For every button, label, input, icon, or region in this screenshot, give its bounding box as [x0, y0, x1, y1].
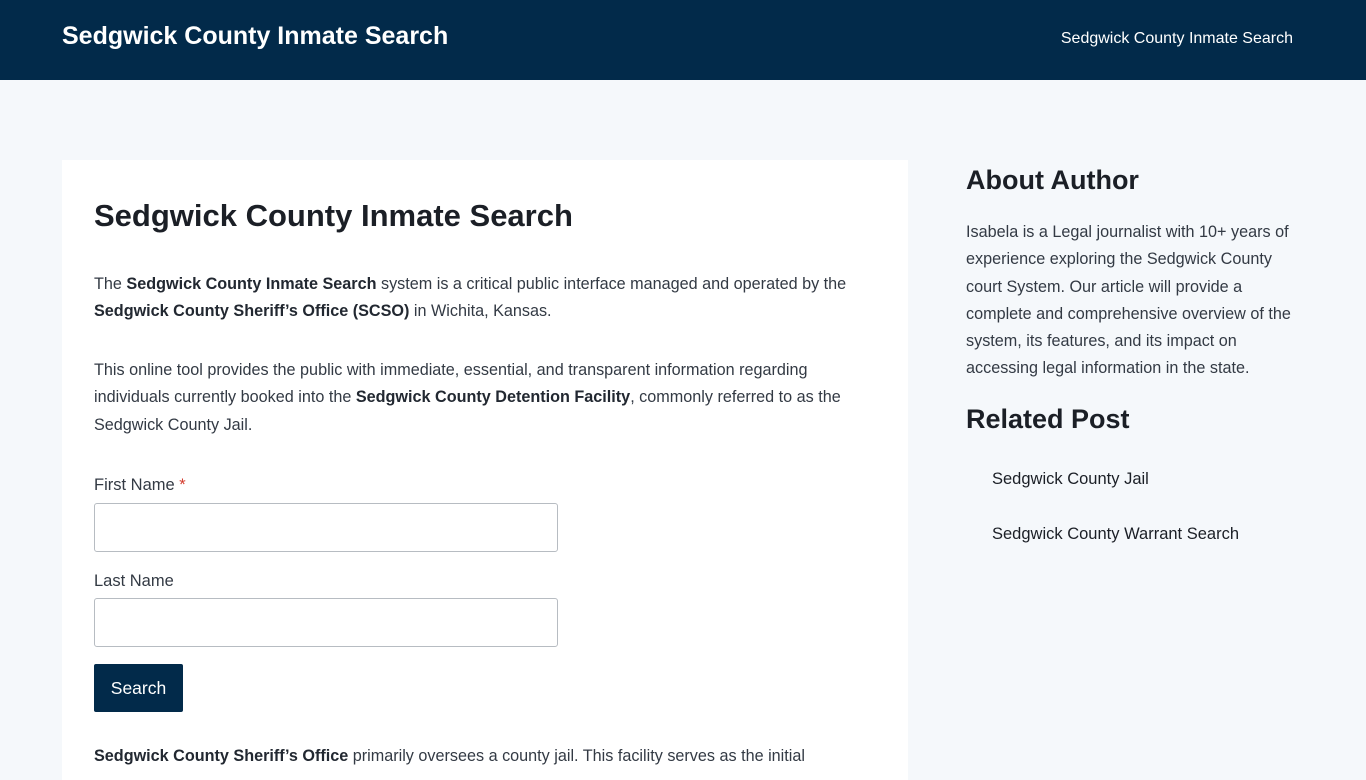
first-name-label: First Name *	[94, 476, 186, 495]
last-name-label: Last Name	[94, 572, 174, 590]
related-link-warrant-search[interactable]: Sedgwick County Warrant Search	[992, 525, 1239, 544]
related-post-heading: Related Post	[966, 404, 1130, 434]
about-author-heading: About Author	[966, 165, 1139, 195]
jail-paragraph: Sedgwick County Sheriff’s Office primari…	[94, 743, 869, 770]
intro-bold-2: Sedgwick County Sheriff’s Office (SCSO)	[94, 302, 410, 321]
main-content-card: Sedgwick County Inmate Search The Sedgwi…	[62, 160, 908, 780]
first-name-label-text: First Name	[94, 476, 175, 494]
nav-link-inmate-search[interactable]: Sedgwick County Inmate Search	[1061, 30, 1293, 48]
intro-text-3: in Wichita, Kansas.	[409, 302, 552, 321]
first-name-input[interactable]	[94, 503, 558, 552]
intro-paragraph: The Sedgwick County Inmate Search system…	[94, 271, 869, 326]
intro-text-2: system is a critical public interface ma…	[376, 275, 847, 293]
search-button[interactable]: Search	[94, 664, 183, 712]
required-asterisk: *	[179, 476, 186, 494]
desc-bold-1: Sedgwick County Detention Facility	[355, 388, 631, 407]
intro-bold-1: Sedgwick County Inmate Search	[126, 275, 377, 293]
site-header: Sedgwick County Inmate Search Sedgwick C…	[0, 0, 1366, 80]
jail-text-1: primarily oversees a county jail. This f…	[348, 747, 805, 765]
page-title: Sedgwick County Inmate Search	[94, 198, 573, 233]
last-name-input[interactable]	[94, 598, 558, 647]
site-title-link[interactable]: Sedgwick County Inmate Search	[62, 22, 448, 51]
about-author-text: Isabela is a Legal journalist with 10+ y…	[966, 223, 1291, 378]
related-link-county-jail[interactable]: Sedgwick County Jail	[992, 470, 1149, 489]
description-paragraph: This online tool provides the public wit…	[94, 357, 869, 439]
jail-bold-1: Sedgwick County Sheriff’s Office	[94, 747, 349, 765]
intro-text-1: The	[94, 275, 127, 293]
